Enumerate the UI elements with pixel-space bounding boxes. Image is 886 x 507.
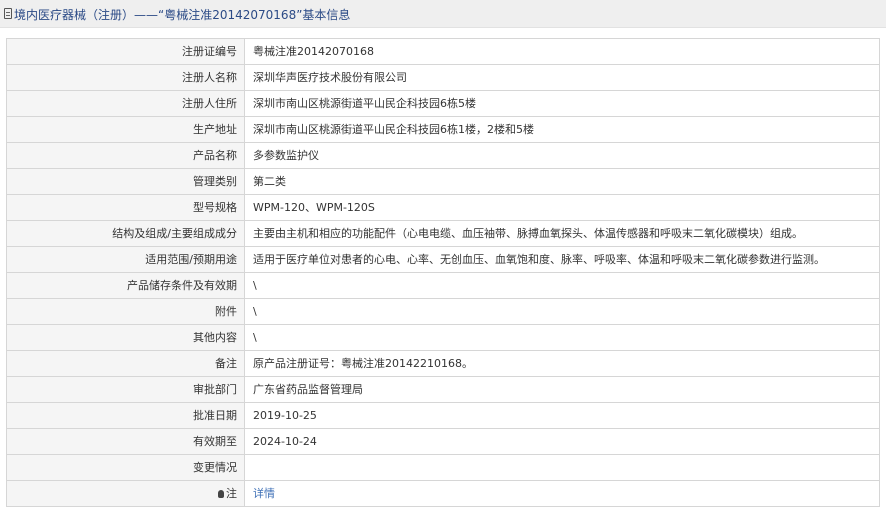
row-label: 注	[7, 481, 245, 507]
row-label: 有效期至	[7, 429, 245, 455]
row-value	[245, 455, 880, 481]
table-row: 变更情况	[7, 455, 880, 481]
table-row: 适用范围/预期用途 适用于医疗单位对患者的心电、心率、无创血压、血氧饱和度、脉率、…	[7, 247, 880, 273]
row-label: 注册人名称	[7, 65, 245, 91]
table-row: 管理类别 第二类	[7, 169, 880, 195]
page-title: 境内医疗器械（注册）——“粤械注准20142070168”基本信息	[14, 8, 351, 22]
table-row: 注册人住所 深圳市南山区桃源街道平山民企科技园6栋5楼	[7, 91, 880, 117]
table-row: 注册证编号 粤械注准20142070168	[7, 39, 880, 65]
row-value: 2024-10-24	[245, 429, 880, 455]
table-row: 产品储存条件及有效期 \	[7, 273, 880, 299]
row-value: 深圳市南山区桃源街道平山民企科技园6栋1楼，2楼和5楼	[245, 117, 880, 143]
table-row: 产品名称 多参数监护仪	[7, 143, 880, 169]
row-value: \	[245, 273, 880, 299]
table-row: 生产地址 深圳市南山区桃源街道平山民企科技园6栋1楼，2楼和5楼	[7, 117, 880, 143]
row-value: 深圳市南山区桃源街道平山民企科技园6栋5楼	[245, 91, 880, 117]
table-row: 批准日期 2019-10-25	[7, 403, 880, 429]
document-icon	[4, 8, 12, 19]
row-value: 深圳华声医疗技术股份有限公司	[245, 65, 880, 91]
table-row: 型号规格 WPM-120、WPM-120S	[7, 195, 880, 221]
row-label: 注册人住所	[7, 91, 245, 117]
row-label: 适用范围/预期用途	[7, 247, 245, 273]
row-label: 附件	[7, 299, 245, 325]
row-label: 管理类别	[7, 169, 245, 195]
row-label: 审批部门	[7, 377, 245, 403]
row-label: 结构及组成/主要组成成分	[7, 221, 245, 247]
table-row: 审批部门 广东省药品监督管理局	[7, 377, 880, 403]
row-label: 注册证编号	[7, 39, 245, 65]
row-value: \	[245, 299, 880, 325]
row-value: 广东省药品监督管理局	[245, 377, 880, 403]
row-value: 适用于医疗单位对患者的心电、心率、无创血压、血氧饱和度、脉率、呼吸率、体温和呼吸…	[245, 247, 880, 273]
row-label: 备注	[7, 351, 245, 377]
row-label: 产品储存条件及有效期	[7, 273, 245, 299]
row-value: 主要由主机和相应的功能配件（心电电缆、血压袖带、脉搏血氧探头、体温传感器和呼吸末…	[245, 221, 880, 247]
details-link[interactable]: 详情	[245, 481, 880, 507]
table-row: 注 详情	[7, 481, 880, 507]
table-row: 备注 原产品注册证号：粤械注准20142210168。	[7, 351, 880, 377]
row-label: 变更情况	[7, 455, 245, 481]
row-value: \	[245, 325, 880, 351]
row-label: 型号规格	[7, 195, 245, 221]
table-row: 附件 \	[7, 299, 880, 325]
row-value: 粤械注准20142070168	[245, 39, 880, 65]
row-value: 第二类	[245, 169, 880, 195]
table-row: 结构及组成/主要组成成分 主要由主机和相应的功能配件（心电电缆、血压袖带、脉搏血氧…	[7, 221, 880, 247]
table-row: 其他内容 \	[7, 325, 880, 351]
info-table: 注册证编号 粤械注准20142070168 注册人名称 深圳华声医疗技术股份有限公司…	[6, 38, 880, 507]
bulb-icon	[218, 490, 224, 498]
row-value: WPM-120、WPM-120S	[245, 195, 880, 221]
row-label: 产品名称	[7, 143, 245, 169]
row-value: 原产品注册证号：粤械注准20142210168。	[245, 351, 880, 377]
row-label: 其他内容	[7, 325, 245, 351]
table-row: 注册人名称 深圳华声医疗技术股份有限公司	[7, 65, 880, 91]
row-label: 生产地址	[7, 117, 245, 143]
row-label: 批准日期	[7, 403, 245, 429]
row-value: 多参数监护仪	[245, 143, 880, 169]
note-label: 注	[226, 487, 237, 500]
row-value: 2019-10-25	[245, 403, 880, 429]
page-header: 境内医疗器械（注册）——“粤械注准20142070168”基本信息	[0, 0, 886, 28]
table-row: 有效期至 2024-10-24	[7, 429, 880, 455]
